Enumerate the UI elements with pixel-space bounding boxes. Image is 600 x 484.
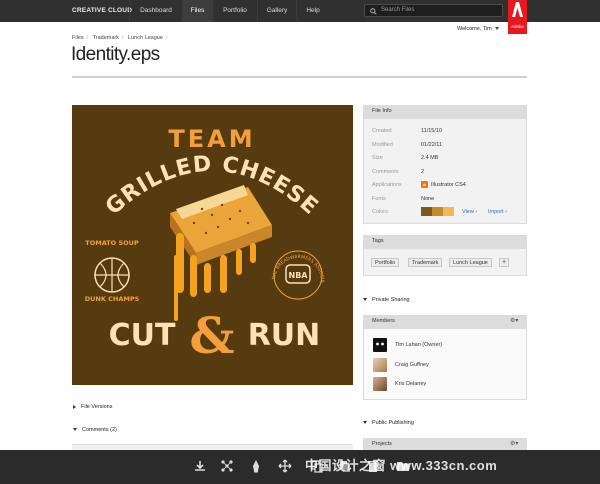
member-name: Tim Lahan (Owner) <box>395 342 443 348</box>
file-info-header: File Info <box>363 105 527 118</box>
info-label-comments: Comments <box>372 169 399 175</box>
member-row[interactable]: Tim Lahan (Owner) <box>373 338 483 352</box>
pen-icon[interactable] <box>249 459 263 473</box>
nav-files[interactable]: Files <box>182 0 212 22</box>
search-placeholder: Search Files <box>381 7 415 13</box>
member-row[interactable]: Craig Guffney <box>373 358 483 372</box>
nav-gallery[interactable]: Gallery <box>257 0 296 22</box>
artwork-cut-text: CUT <box>109 318 176 353</box>
illustrator-icon: Ai <box>421 181 428 188</box>
collapse-arrow-icon <box>73 428 77 432</box>
expand-arrow-icon <box>73 404 76 409</box>
search-icon <box>370 8 377 15</box>
bottom-toolbar <box>0 450 600 484</box>
projects-header: Projects <box>363 438 527 450</box>
watermark: 中国设计之窗 www.333cn.com <box>305 458 498 473</box>
breadcrumb-separator: / <box>86 35 89 41</box>
member-row[interactable]: Kris Delaney <box>373 377 483 391</box>
private-sharing-label: Private Sharing <box>372 297 410 303</box>
move-icon[interactable] <box>278 459 292 473</box>
collapse-arrow-icon <box>363 421 367 425</box>
artwork-run-text: RUN <box>248 318 321 353</box>
color-swatch[interactable] <box>443 207 454 216</box>
view-colors-link[interactable]: View › <box>462 209 477 215</box>
info-value-modified: 01/22/11 <box>421 142 443 148</box>
add-tag-button[interactable]: + <box>499 258 509 267</box>
artwork-ampersand: & <box>189 306 234 365</box>
breadcrumb: Files / Trademark / Lunch League / <box>72 35 170 41</box>
breadcrumb-files[interactable]: Files <box>72 35 84 41</box>
color-swatch[interactable] <box>432 207 443 216</box>
info-value-applications: Illustrator CS4 <box>431 182 466 188</box>
tag-trademark[interactable]: Trademark <box>408 258 443 267</box>
artwork-team-text: TEAM <box>168 125 255 153</box>
file-preview[interactable]: TEAM GRILLED CHEESE TOMATO SOUP DUNK CHA… <box>72 105 353 385</box>
info-label-modified: Modified <box>372 142 393 148</box>
artwork-illustration: TEAM GRILLED CHEESE TOMATO SOUP DUNK CHA… <box>72 105 325 365</box>
avatar <box>373 358 387 372</box>
welcome-menu[interactable]: Welcome, Tim <box>457 26 500 32</box>
public-publishing-label: Public Publishing <box>372 420 414 426</box>
member-name: Craig Guffney <box>395 362 429 368</box>
nba-badge-text: NBA <box>289 271 309 280</box>
nav-help[interactable]: Help <box>296 0 329 22</box>
nav-dashboard[interactable]: Dashboard <box>129 0 182 22</box>
chevron-down-icon <box>495 27 500 31</box>
projects-settings-gear-icon[interactable]: ⚙▾ <box>510 440 523 448</box>
members-header: Members <box>363 315 527 328</box>
file-versions-toggle[interactable]: File Versions <box>73 404 113 410</box>
info-value-comments: 2 <box>421 169 425 175</box>
info-label-applications: Applications <box>372 182 402 188</box>
info-label-size: Size <box>372 155 383 161</box>
search-input[interactable]: Search Files <box>364 4 503 17</box>
info-value-fonts: None <box>421 196 435 202</box>
breadcrumb-separator: / <box>165 35 168 41</box>
breadcrumb-separator: / <box>121 35 124 41</box>
private-sharing-toggle[interactable]: Private Sharing <box>363 297 410 303</box>
title-divider <box>72 76 527 78</box>
tags-header: Tags <box>363 235 527 248</box>
breadcrumb-lunch-league[interactable]: Lunch League <box>128 35 163 41</box>
tag-lunch-league[interactable]: Lunch League <box>449 258 492 267</box>
brand-logo[interactable]: CREATIVE CLOUD <box>72 7 132 14</box>
adobe-a-icon <box>512 2 523 17</box>
info-label-colors: Colors <box>372 209 388 215</box>
member-name: Kris Delaney <box>395 381 427 387</box>
collapse-arrow-icon <box>363 298 367 302</box>
tag-portfolio[interactable]: Portfolio <box>371 258 400 267</box>
info-value-created: 11/15/10 <box>421 128 443 134</box>
info-value-size: 2.4 MB <box>421 155 439 161</box>
adobe-logo[interactable]: Adobe <box>508 0 527 34</box>
comments-label: Comments (2) <box>82 427 117 433</box>
welcome-text: Welcome, Tim <box>457 26 492 32</box>
color-swatch[interactable] <box>421 207 432 216</box>
info-label-fonts: Fonts <box>372 196 386 202</box>
download-icon[interactable] <box>193 459 207 473</box>
members-settings-gear-icon[interactable]: ⚙▾ <box>510 317 523 325</box>
page-title: Identity.eps <box>71 44 160 65</box>
avatar <box>373 377 387 391</box>
info-label-created: Created <box>372 128 392 134</box>
comments-toggle[interactable]: Comments (2) <box>73 427 117 433</box>
avatar <box>373 338 387 352</box>
nav-portfolio[interactable]: Portfolio <box>212 0 257 22</box>
public-publishing-toggle[interactable]: Public Publishing <box>363 420 414 426</box>
artwork-tomato-soup-text: TOMATO SOUP <box>85 239 139 247</box>
breadcrumb-trademark[interactable]: Trademark <box>93 35 119 41</box>
file-versions-label: File Versions <box>81 404 113 410</box>
artwork-dunk-champs-text: DUNK CHAMPS <box>85 295 140 303</box>
adobe-label: Adobe <box>511 24 525 29</box>
import-colors-link[interactable]: Import › <box>488 209 507 215</box>
share-icon[interactable] <box>220 459 234 473</box>
